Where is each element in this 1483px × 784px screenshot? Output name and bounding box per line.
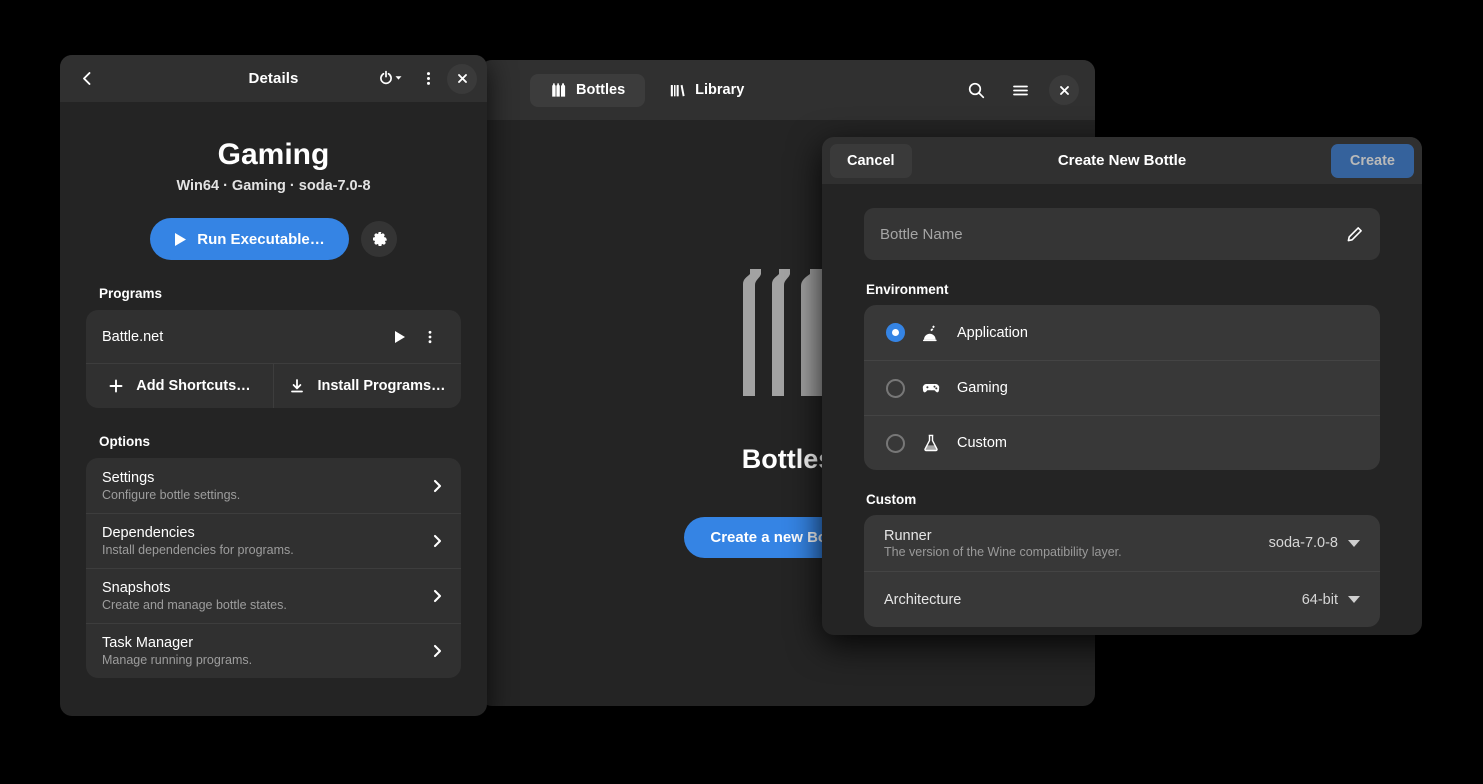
chevron-right-icon (430, 642, 445, 660)
page-title: Details (248, 70, 299, 87)
cancel-button[interactable]: Cancel (830, 143, 912, 178)
bottles-icon (550, 82, 567, 99)
tab-bottles-label: Bottles (576, 82, 626, 98)
more-vertical-icon[interactable] (413, 64, 443, 94)
runner-value: soda-7.0-8 (1268, 535, 1338, 551)
chevron-down-icon[interactable] (1348, 539, 1360, 547)
environment-list: Application Gaming Custom (864, 305, 1380, 470)
bottle-details-window: Details Gaming Win64 · Gaming · soda-7.0… (60, 55, 487, 716)
preference-subtitle: The version of the Wine compatibility la… (884, 544, 1122, 559)
environment-option-gaming[interactable]: Gaming (864, 360, 1380, 415)
program-name: Battle.net (102, 328, 164, 345)
preference-title: Architecture (884, 591, 962, 608)
create-dialog-headerbar: Cancel Create New Bottle Create (822, 137, 1422, 184)
power-icon[interactable] (375, 64, 409, 94)
environment-label: Application (957, 324, 1028, 341)
environment-label: Custom (957, 435, 1007, 451)
main-window-headerbar: Bottles Library (480, 60, 1095, 120)
gamepad-icon (921, 378, 941, 398)
preference-title: Runner (884, 527, 932, 544)
option-subtitle: Configure bottle settings. (102, 487, 241, 502)
option-title: Dependencies (102, 525, 195, 541)
close-icon[interactable] (1049, 75, 1079, 105)
chevron-right-icon (430, 477, 445, 495)
environment-label: Gaming (957, 380, 1008, 396)
chevron-right-icon (430, 532, 445, 550)
details-content: Gaming Win64 · Gaming · soda-7.0-8 Run E… (60, 102, 487, 716)
details-header-actions (375, 55, 477, 102)
flask-icon (921, 433, 941, 453)
option-title: Snapshots (102, 580, 171, 596)
option-title: Settings (102, 469, 155, 486)
add-shortcuts-button[interactable]: Add Shortcuts… (86, 364, 273, 408)
preference-row-architecture[interactable]: Architecture 64-bit (864, 571, 1380, 627)
option-title: Task Manager (102, 635, 194, 651)
chevron-right-icon (430, 587, 445, 605)
view-switcher: Bottles Library (530, 73, 764, 107)
more-vertical-icon[interactable] (415, 322, 445, 352)
desktop: Bottles Library Bottles Create a new Bot… (0, 0, 1483, 784)
details-header-left (72, 55, 102, 102)
download-icon (289, 378, 305, 394)
radio-gaming[interactable] (886, 378, 905, 398)
bottle-subtitle: Win64 · Gaming · soda-7.0-8 (176, 178, 371, 194)
run-executable-button[interactable]: Run Executable… (150, 218, 349, 260)
option-row-dependencies[interactable]: Dependencies Install dependencies for pr… (86, 513, 461, 568)
options-section-label: Options (99, 434, 150, 449)
tab-library[interactable]: Library (649, 74, 764, 107)
custom-preferences-list: Runner The version of the Wine compatibi… (864, 515, 1380, 627)
chevron-down-icon[interactable] (1348, 596, 1360, 603)
environment-section-label: Environment (866, 282, 949, 297)
option-subtitle: Install dependencies for programs. (102, 543, 294, 557)
option-subtitle: Create and manage bottle states. (102, 598, 287, 612)
bottle-name-entry[interactable] (864, 208, 1380, 260)
tab-library-label: Library (695, 82, 745, 98)
hamburger-menu-icon[interactable] (1005, 75, 1035, 105)
radio-application[interactable] (886, 323, 905, 342)
back-arrow-icon[interactable] (72, 64, 102, 94)
program-row[interactable]: Battle.net (86, 310, 461, 363)
programs-card: Battle.net Add Shortcuts… Install Progra… (86, 310, 461, 408)
radio-custom[interactable] (886, 433, 905, 453)
create-dialog-content: Environment Application (822, 184, 1422, 635)
library-icon (669, 82, 686, 99)
bottle-name: Gaming (217, 138, 330, 171)
empty-state-title: Bottles (741, 443, 834, 474)
bottle-name-input[interactable] (880, 225, 1345, 243)
install-programs-label: Install Programs… (317, 378, 446, 394)
create-new-bottle-dialog: Cancel Create New Bottle Create Environm… (822, 137, 1422, 635)
search-icon[interactable] (961, 75, 991, 105)
option-row-snapshots[interactable]: Snapshots Create and manage bottle state… (86, 568, 461, 623)
option-subtitle: Manage running programs. (102, 653, 253, 667)
pencil-icon[interactable] (1345, 225, 1364, 244)
plus-icon (108, 378, 124, 394)
application-icon (921, 323, 941, 343)
option-row-task-manager[interactable]: Task Manager Manage running programs. (86, 623, 461, 678)
details-headerbar: Details (60, 55, 487, 102)
create-button[interactable]: Create (1330, 143, 1414, 178)
preference-row-runner[interactable]: Runner The version of the Wine compatibi… (864, 515, 1380, 571)
install-programs-button[interactable]: Install Programs… (273, 364, 461, 408)
main-window-header-actions (961, 75, 1083, 105)
environment-option-custom[interactable]: Custom (864, 415, 1380, 470)
programs-section-label: Programs (99, 286, 163, 301)
gear-icon[interactable] (360, 221, 397, 257)
bottle-primary-actions: Run Executable… (86, 218, 461, 260)
add-shortcuts-label: Add Shortcuts… (136, 378, 251, 394)
tab-bottles[interactable]: Bottles (530, 73, 646, 107)
close-icon[interactable] (447, 63, 477, 94)
architecture-value: 64-bit (1301, 591, 1338, 608)
programs-actions: Add Shortcuts… Install Programs… (86, 363, 461, 408)
custom-section-label: Custom (866, 492, 917, 507)
play-icon (174, 232, 187, 247)
option-row-settings[interactable]: Settings Configure bottle settings. (86, 458, 461, 513)
options-card: Settings Configure bottle settings. Depe… (86, 458, 461, 678)
run-executable-label: Run Executable… (197, 230, 325, 248)
play-icon[interactable] (385, 322, 415, 352)
environment-option-application[interactable]: Application (864, 305, 1380, 360)
